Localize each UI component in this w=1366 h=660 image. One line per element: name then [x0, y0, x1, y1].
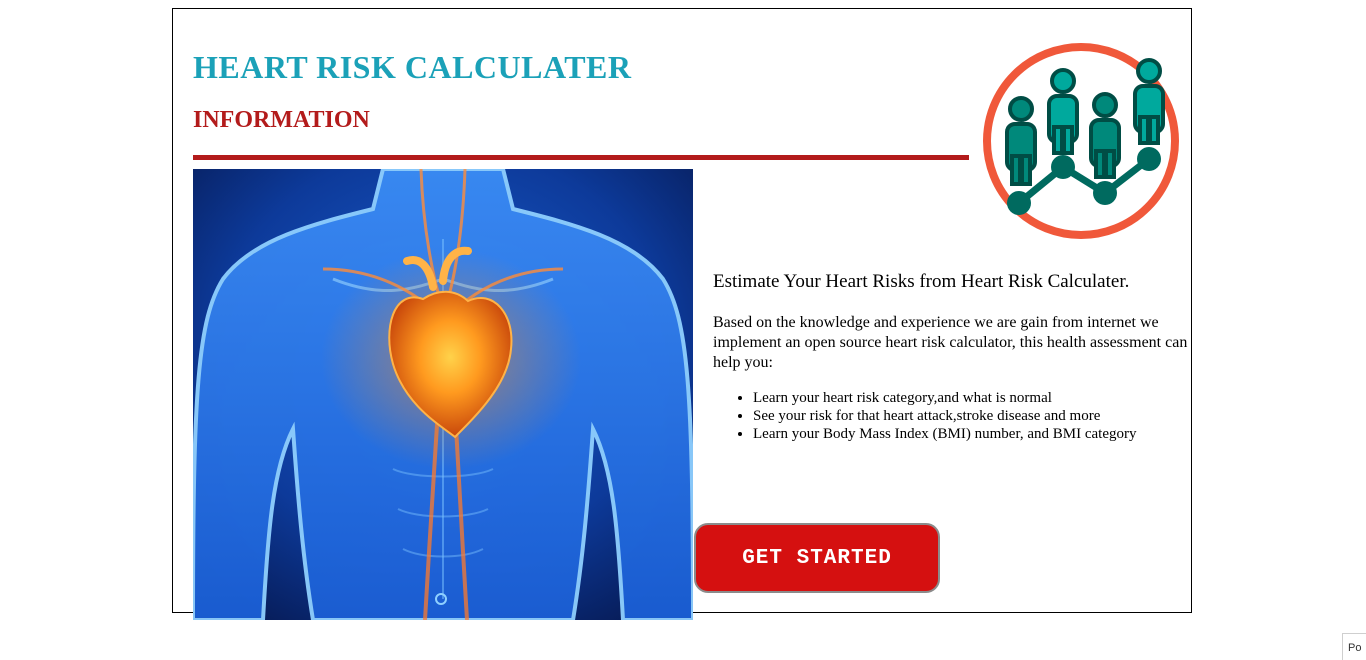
corner-tab[interactable]: Po	[1342, 633, 1366, 660]
get-started-button[interactable]: GET STARTED	[694, 523, 940, 593]
main-card: HEART RISK CALCULATER INFORMATION Estima…	[172, 8, 1193, 620]
page-title: HEART RISK CALCULATER	[193, 49, 632, 85]
heading-divider	[193, 155, 969, 160]
info-title: Estimate Your Heart Risks from Heart Ris…	[713, 271, 1130, 292]
info-section: Estimate Your Heart Risks from Heart Ris…	[713, 271, 1193, 443]
list-item: Learn your Body Mass Index (BMI) number,…	[753, 425, 1193, 443]
list-item: Learn your heart risk category,and what …	[753, 389, 1193, 407]
benefit-list: Learn your heart risk category,and what …	[713, 389, 1193, 443]
heart-anatomy-image	[193, 169, 693, 620]
people-chart-logo-icon	[981, 41, 1181, 241]
list-item: See your risk for that heart attack,stro…	[753, 407, 1193, 425]
section-heading: INFORMATION	[193, 107, 370, 133]
info-body: Based on the knowledge and experience we…	[713, 314, 1188, 371]
